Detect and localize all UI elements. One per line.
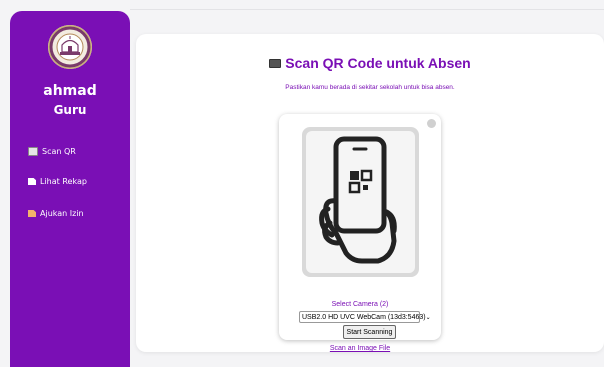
scanner-info-icon[interactable] [427, 119, 436, 128]
school-logo-icon [49, 26, 91, 68]
qr-scanner-card: Select Camera (2) USB2.0 HD UVC WebCam (… [279, 114, 441, 352]
main-content: Scan QR Code untuk Absen Pastikan kamu b… [136, 34, 604, 352]
school-logo [48, 25, 92, 69]
camera-icon [269, 58, 282, 68]
document-icon [28, 178, 36, 185]
camera-select-value: USB2.0 HD UVC WebCam (13d3:5463) [302, 313, 426, 321]
select-camera-label: Select Camera (2) [331, 301, 389, 308]
page-title-text: Scan QR Code untuk Absen [285, 55, 471, 71]
user-name: ahmad [43, 83, 97, 99]
scan-region [302, 127, 419, 277]
scan-region-inner [306, 131, 415, 273]
start-scanning-button[interactable]: Start Scanning [343, 325, 396, 339]
top-divider [130, 9, 604, 10]
sidebar-item-scan-qr[interactable]: Scan QR [28, 147, 76, 156]
phone-qr-scan-icon [319, 136, 397, 264]
sidebar-item-label: Lihat Rekap [40, 177, 87, 186]
camera-select[interactable]: USB2.0 HD UVC WebCam (13d3:5463) ⌄ [299, 311, 431, 323]
page-subtitle: Pastikan kamu berada di sekitar sekolah … [285, 84, 455, 91]
scan-image-file-link[interactable]: Scan an Image File [279, 345, 441, 352]
sidebar-item-ajukan-izin[interactable]: Ajukan Izin [28, 209, 84, 218]
document-icon [28, 210, 36, 217]
sidebar-item-label: Scan QR [42, 147, 76, 156]
sidebar-item-lihat-rekap[interactable]: Lihat Rekap [28, 177, 87, 186]
sidebar: ahmad Guru Scan QR Lihat Rekap Ajukan Iz… [10, 11, 130, 367]
chevron-down-icon: ⌄ [425, 314, 431, 321]
camera-icon [28, 147, 38, 156]
sidebar-item-label: Ajukan Izin [40, 209, 84, 218]
page-title: Scan QR Code untuk Absen [136, 55, 604, 71]
user-role: Guru [53, 103, 87, 117]
